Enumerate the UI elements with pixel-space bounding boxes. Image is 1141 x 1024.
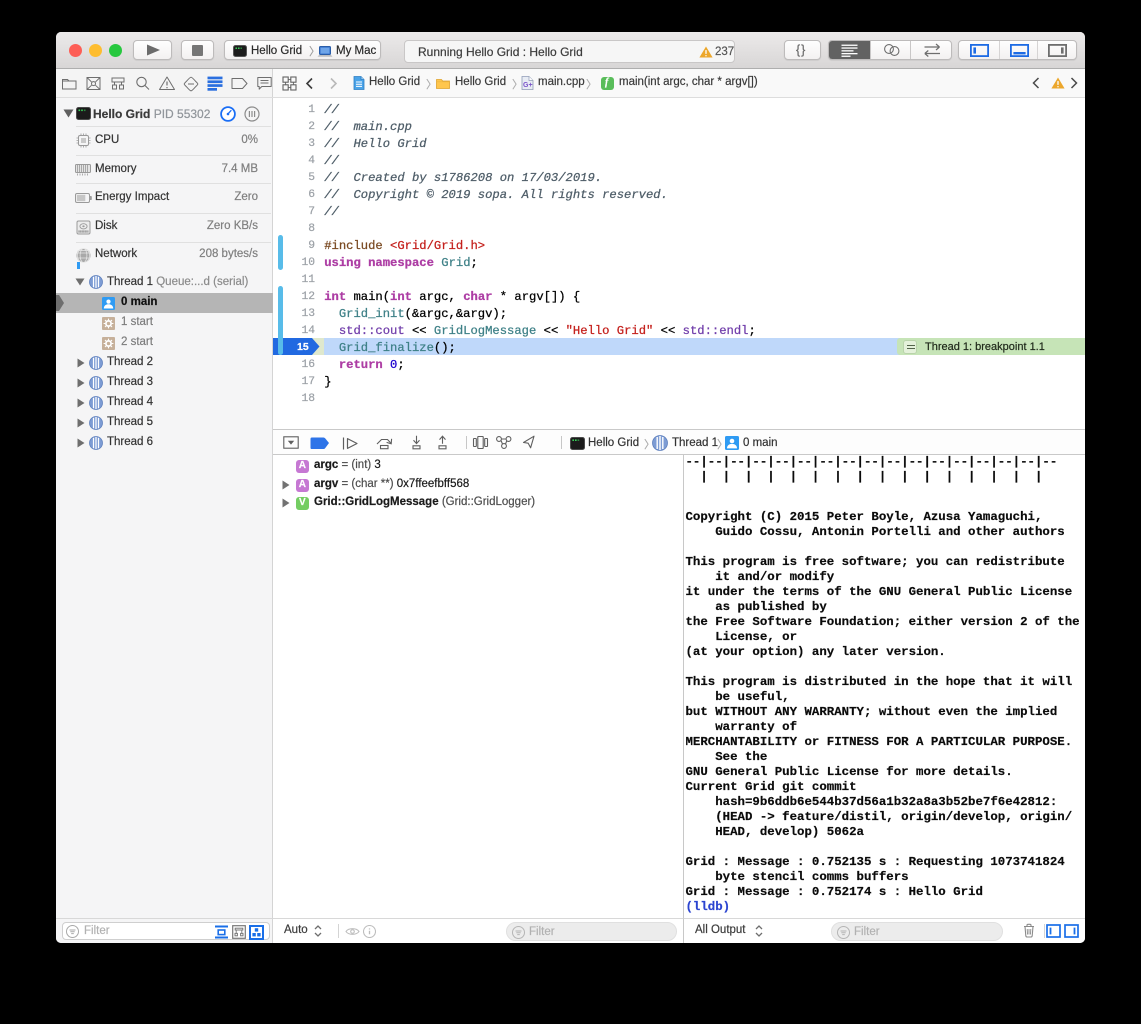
svg-text:G+: G+	[523, 82, 533, 89]
